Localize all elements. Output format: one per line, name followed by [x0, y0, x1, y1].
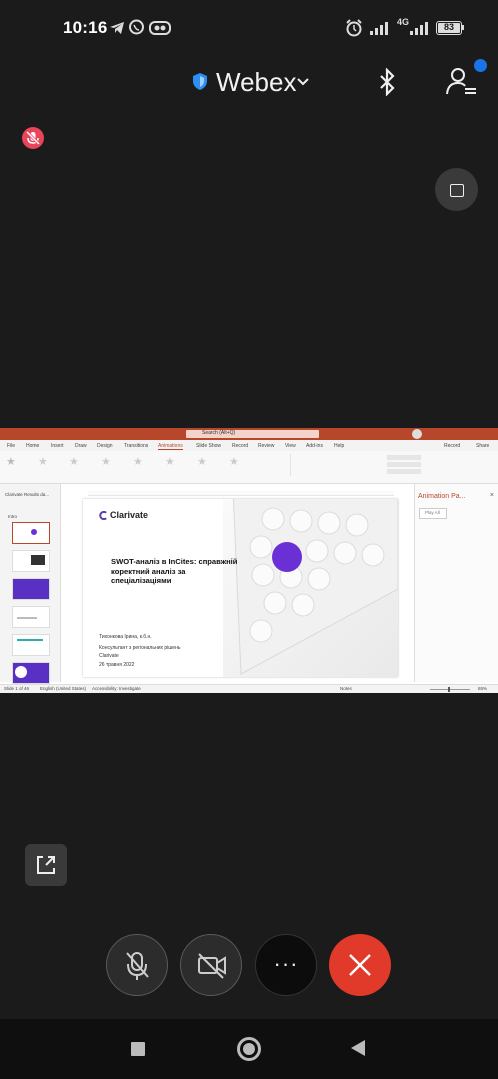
alarm-icon	[345, 19, 363, 42]
self-view-toggle-button[interactable]	[435, 168, 478, 211]
system-nav-bar	[0, 1019, 498, 1079]
tab-view[interactable]: View	[285, 443, 296, 449]
slide-image	[223, 499, 398, 677]
play-all-button[interactable]: Play All	[419, 508, 447, 519]
mic-off-icon	[126, 952, 149, 980]
muted-mic-icon	[22, 127, 44, 149]
tab-draw[interactable]: Draw	[75, 443, 87, 449]
signal-icon	[369, 20, 391, 41]
status-time: 10:16	[63, 18, 108, 37]
battery-icon: 83	[436, 21, 462, 35]
ellipsis-icon: ···	[273, 951, 299, 976]
telegram-icon	[109, 20, 125, 41]
chevron-down-icon[interactable]	[296, 74, 310, 92]
advanced-animation-group	[290, 454, 361, 476]
app-notification-icon	[149, 20, 171, 41]
anim-fly-icon[interactable]: ★	[101, 455, 111, 468]
timing-group	[365, 455, 423, 475]
slide-role: Консультант з регіональних рішень	[99, 645, 181, 651]
animation-pane-title: Animation Pa...	[418, 493, 466, 500]
battery-tip	[462, 25, 464, 30]
tab-add-ins[interactable]: Add-ins	[306, 443, 323, 449]
search-placeholder: Search (Alt+Q)	[202, 430, 236, 436]
back-button[interactable]	[351, 1040, 365, 1056]
language-status[interactable]: English (United States)	[40, 686, 86, 691]
tab-slide-show[interactable]: Slide Show	[196, 443, 221, 449]
slide-thumb-3[interactable]	[12, 578, 50, 600]
tab-animations[interactable]: Animations	[158, 443, 183, 450]
zoom-slider[interactable]	[430, 687, 470, 692]
notes-button[interactable]: Notes	[340, 686, 352, 691]
slide-counter: Slide 1 of 46	[4, 686, 30, 691]
slide-canvas[interactable]: Clarivate SWOT-аналіз в InCites: справжн…	[83, 499, 398, 677]
anim-shape-icon[interactable]: ★	[229, 455, 239, 468]
start-video-button[interactable]	[180, 934, 242, 996]
open-share-button[interactable]	[25, 844, 67, 886]
notification-dot	[474, 59, 487, 72]
shared-screen[interactable]: Search (Alt+Q) File Home Insert Draw Des…	[0, 428, 498, 693]
horizontal-ruler	[88, 491, 394, 496]
ppt-status-bar: Slide 1 of 46 English (United States) Ac…	[0, 684, 498, 693]
outline-item[interactable]: Clarivate Results da...	[5, 492, 49, 497]
shield-icon	[192, 72, 208, 96]
tab-home[interactable]: Home	[26, 443, 39, 449]
anim-float-icon[interactable]: ★	[133, 455, 143, 468]
battery-level: 83	[443, 22, 454, 32]
slide-thumb-4[interactable]	[12, 606, 50, 628]
anim-none-icon[interactable]: ★	[38, 455, 48, 468]
more-options-button[interactable]: ···	[255, 934, 317, 996]
slide-thumb-1[interactable]	[12, 522, 50, 544]
anim-fade-icon[interactable]: ★	[69, 455, 79, 468]
network-type-label: 4G	[397, 17, 410, 27]
accessibility-status[interactable]: Accessibility: Investigate	[92, 686, 141, 691]
tab-record[interactable]: Record	[232, 443, 248, 449]
close-icon	[349, 954, 371, 976]
tab-help[interactable]: Help	[334, 443, 344, 449]
zoom-level[interactable]: 65%	[478, 686, 487, 691]
slide-thumb-6[interactable]	[12, 662, 50, 684]
preview-star-icon[interactable]: ★	[6, 455, 16, 468]
leave-meeting-button[interactable]	[329, 934, 391, 996]
animation-gallery: ★ ★ ★ ★ ★ ★ ★	[26, 454, 256, 476]
unmute-button[interactable]	[106, 934, 168, 996]
signal-icon-2	[409, 20, 429, 41]
square-icon	[450, 184, 464, 197]
record-button[interactable]: Record	[444, 443, 460, 449]
slide-title: SWOT-аналіз в InCites: справжній коректн…	[111, 557, 238, 585]
section-label[interactable]: Intro	[8, 514, 17, 519]
participants-icon[interactable]	[445, 66, 479, 103]
clarivate-logo: Clarivate	[99, 510, 148, 520]
tab-transitions[interactable]: Transitions	[124, 443, 148, 449]
search-box[interactable]: Search (Alt+Q)	[186, 430, 319, 438]
close-pane-icon[interactable]: ×	[490, 492, 494, 499]
tab-review[interactable]: Review	[258, 443, 274, 449]
play-all-label: Play All	[425, 510, 440, 515]
logo-text: Clarivate	[110, 510, 149, 520]
tab-insert[interactable]: Insert	[51, 443, 64, 449]
slide-org: Clarivate	[99, 653, 119, 659]
video-off-icon	[198, 953, 226, 979]
tab-design[interactable]: Design	[97, 443, 113, 449]
ribbon-tabs: File Home Insert Draw Design Transitions…	[0, 440, 498, 451]
anim-split-icon[interactable]: ★	[165, 455, 175, 468]
slide-thumb-5[interactable]	[12, 634, 50, 656]
slide-thumbnails: Clarivate Results da... Intro	[0, 484, 61, 684]
share-button[interactable]: Share	[476, 443, 489, 449]
ppt-titlebar: Search (Alt+Q)	[0, 428, 498, 440]
slide-date: 26 травня 2022	[99, 662, 135, 668]
bluetooth-icon[interactable]	[376, 67, 398, 101]
recents-button[interactable]	[131, 1042, 145, 1056]
viber-icon	[128, 19, 145, 41]
ribbon: ★ ★ ★ ★ ★ ★ ★ ★	[0, 451, 498, 484]
slide-author: Тихонкова Ірина, к.б.н.	[99, 634, 152, 640]
anim-wipe-icon[interactable]: ★	[197, 455, 207, 468]
user-avatar[interactable]	[412, 429, 422, 439]
meeting-title[interactable]: Webex	[216, 67, 296, 98]
tab-file[interactable]: File	[7, 443, 15, 449]
external-link-icon	[37, 856, 55, 874]
home-button[interactable]	[237, 1037, 261, 1061]
animation-pane: Animation Pa... × Play All	[414, 484, 498, 682]
slide-thumb-2[interactable]	[12, 550, 50, 572]
